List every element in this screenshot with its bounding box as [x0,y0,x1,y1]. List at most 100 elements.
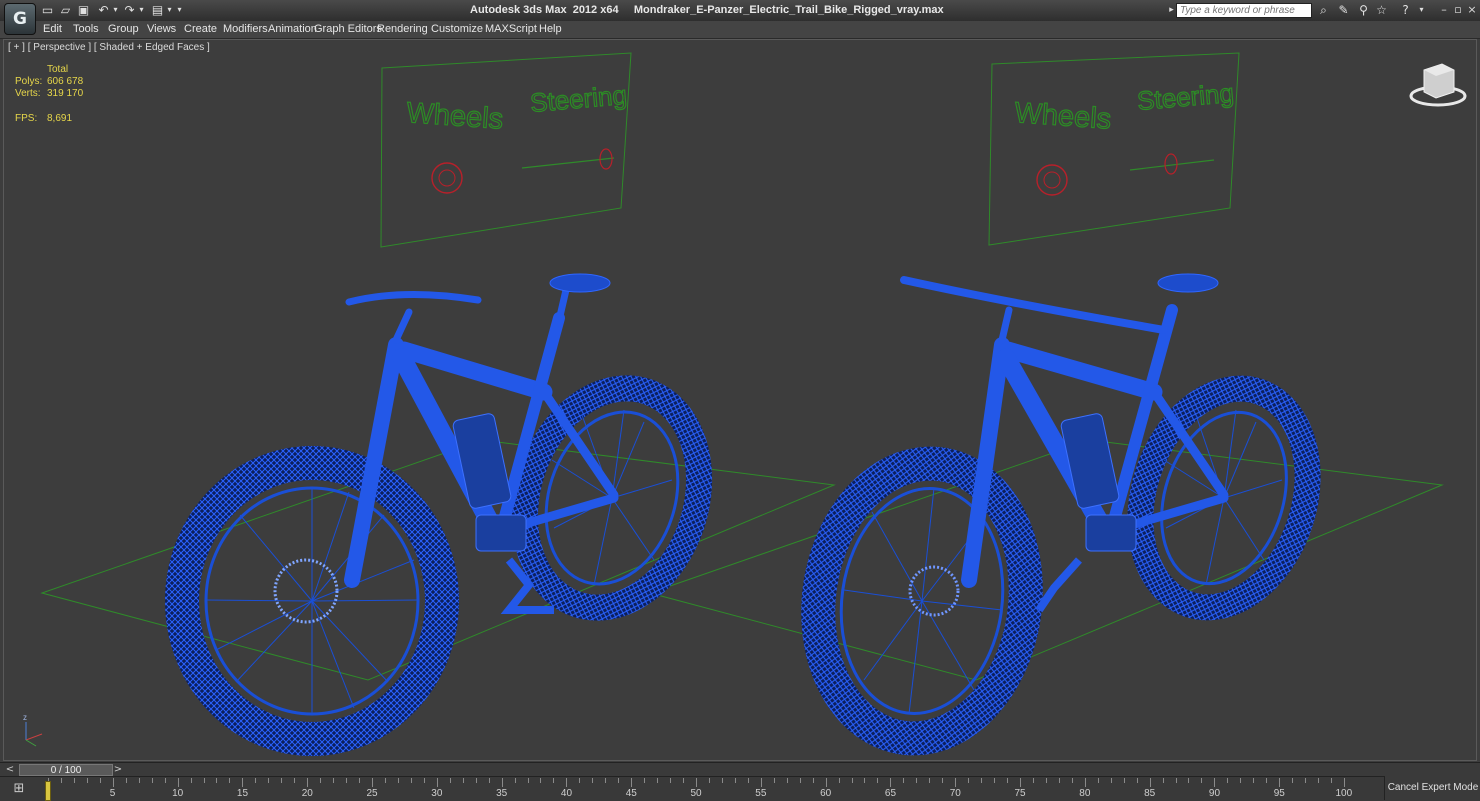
current-frame-marker[interactable] [45,781,51,801]
ruler-tick [1162,778,1164,783]
ruler-tick [281,778,283,783]
ruler-tick-label: 50 [690,788,702,799]
ruler-tick [670,778,672,783]
ruler-tick [1136,778,1138,783]
svg-text:z: z [23,713,27,722]
ruler-tick [566,778,568,787]
ruler-tick [1240,778,1242,783]
next-frame-button[interactable]: > [112,764,124,776]
viewport-label-menu[interactable]: [ + ] [ Perspective ] [ Shaded + Edged F… [8,42,210,53]
viewcube-icon [1409,63,1467,107]
ruler-tick-label: 75 [1014,788,1026,799]
mini-curve-editor-icon[interactable]: ⊞ [8,780,30,798]
menu-group[interactable]: Group [108,23,139,35]
undo-dropdown-icon[interactable]: ▾ [108,3,123,17]
ruler-tick-label: 60 [820,788,832,799]
ruler-tick [579,778,581,783]
wheels-rotate-control [1036,164,1068,196]
time-slider-thumb[interactable]: 0 / 100 [19,764,113,776]
ruler-tick-label: 90 [1208,788,1221,799]
menu-edit[interactable]: Edit [43,23,62,35]
customize-toolbar-icon[interactable]: ▾ [172,3,187,17]
redo-dropdown-icon[interactable]: ▾ [134,3,149,17]
binoculars-icon[interactable]: ⌕ [1316,3,1331,17]
ruler-tick [177,778,179,787]
ruler-tick [644,778,646,783]
close-icon[interactable]: × [1464,3,1480,17]
help-icon[interactable]: ? [1398,3,1413,17]
new-file-icon[interactable]: ▭ [40,3,55,17]
menu-create[interactable]: Create [184,23,217,35]
menu-maxscript[interactable]: MAXScript [485,23,537,35]
favorites-star-icon[interactable]: ☆ [1374,3,1389,17]
ruler-tick [488,778,490,783]
help-dropdown-icon[interactable]: ▾ [1414,3,1429,17]
subscription-icon[interactable]: ⚲ [1356,3,1371,17]
ruler-tick [683,778,685,783]
communication-center-icon[interactable]: ✎ [1336,3,1351,17]
verts-label: Verts: [15,88,41,99]
ruler-tick [60,778,62,783]
ruler-tick [410,778,412,783]
ruler-tick-label: 15 [236,788,249,799]
ruler-tick [255,778,257,783]
ruler-tick [903,778,905,783]
menu-views[interactable]: Views [147,23,176,35]
ruler-tick-label: 30 [431,788,443,799]
ruler-tick [1188,778,1190,783]
menu-graph-editors[interactable]: Graph Editors [314,23,382,35]
front-brake-disc [908,565,960,617]
ruler-tick [553,778,555,783]
ruler-tick [1344,778,1345,787]
ruler-tick [164,778,166,783]
menu-modifiers[interactable]: Modifiers [223,23,268,35]
polys-label: Polys: [15,76,43,87]
ruler-tick-label: 45 [625,788,637,799]
axis-gizmo-icon: z [23,713,43,747]
application-menu-button[interactable]: G [4,3,36,35]
ruler-tick [112,778,114,787]
menu-rendering[interactable]: Rendering [377,23,428,35]
menu-tools[interactable]: Tools [73,23,99,35]
ruler-tick [708,778,710,783]
ruler-tick [527,778,529,783]
bike-model-left [165,273,713,756]
save-file-icon[interactable]: ▣ [76,3,91,17]
menu-customize[interactable]: Customize [431,23,483,35]
time-slider[interactable]: < 0 / 100 > [0,762,1480,777]
open-file-icon[interactable]: ▱ [58,3,73,17]
cancel-expert-mode-button[interactable]: Cancel Expert Mode [1384,776,1480,800]
ruler-tick [475,778,477,783]
ruler-tick [786,778,788,783]
menu-animation[interactable]: Animation [268,23,317,35]
saddle [1157,273,1219,293]
ruler-tick-label: 70 [949,788,961,799]
ruler-tick [1007,778,1009,783]
motor [1085,514,1137,552]
ground-grid-right [648,439,1444,681]
ruler-tick [138,778,140,783]
battery [1060,413,1120,509]
track-bar[interactable]: ⊞ 5 10 15 20 25 30 35 40 45 50 55 60 65 70 75 80 85 90 95 1… [0,776,1480,801]
perspective-viewport[interactable]: Wheels Steering Wheels Steering z [+] … [3,39,1477,761]
ruler-tick [734,778,736,783]
previous-frame-button[interactable]: < [4,764,16,776]
ruler-tick [125,778,127,783]
verts-value: 319 170 [47,88,84,99]
ruler-tick [436,778,438,787]
ruler-tick-label: 80 [1079,788,1091,799]
search-input[interactable] [1176,3,1312,18]
ruler-tick [346,778,348,783]
panel-label-wheels: Wheels [406,97,505,136]
ruler-tick [1097,778,1099,783]
control-panel-right: Wheels Steering [988,52,1240,246]
ruler-tick [514,778,516,783]
saddle [549,273,611,293]
menu-help[interactable]: Help [539,23,562,35]
ruler-tick [1214,778,1216,787]
frame-ruler[interactable]: 5 10 15 20 25 30 35 40 45 50 55 60 65 70 75 80 85 90 95 100 [44,777,1384,801]
ruler-tick [86,778,88,783]
ruler-tick-label: 25 [366,788,378,799]
front-brake-disc [273,558,339,624]
ruler-tick [268,778,270,783]
